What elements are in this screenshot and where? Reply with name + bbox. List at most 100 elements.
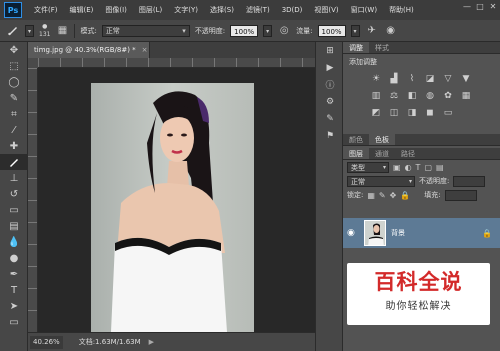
posterize-icon[interactable]: ◫ — [387, 106, 401, 119]
lasso-tool-icon[interactable]: ◯ — [0, 74, 28, 90]
threshold-icon[interactable]: ◨ — [405, 106, 419, 119]
tab-adjustments[interactable]: 调整 — [343, 42, 369, 53]
type-tool-icon[interactable]: T — [0, 282, 28, 298]
shape-tool-icon[interactable]: ▭ — [0, 314, 28, 330]
tab-channels[interactable]: 通道 — [369, 148, 395, 159]
menu-select[interactable]: 选择(S) — [204, 0, 240, 20]
exposure-icon[interactable]: ◪ — [423, 72, 437, 85]
adjust-filter-icon[interactable]: ◐ — [405, 163, 412, 172]
menu-layer[interactable]: 图层(L) — [133, 0, 168, 20]
healing-brush-tool-icon[interactable]: ✚ — [0, 138, 28, 154]
history-icon[interactable]: ⊞ — [316, 42, 344, 59]
layer-row-background[interactable]: ◉ 背景 🔒 — [343, 218, 500, 248]
document-tab[interactable]: timg.jpg @ 40.3%(RGB/8#) * × — [28, 42, 150, 58]
document-title: timg.jpg @ 40.3%(RGB/8#) * — [34, 46, 136, 54]
menu-filter[interactable]: 滤镜(T) — [240, 0, 276, 20]
opacity-field[interactable]: 100% — [230, 24, 259, 37]
menu-help[interactable]: 帮助(H) — [383, 0, 420, 20]
invert-icon[interactable]: ◩ — [369, 106, 383, 119]
properties-icon[interactable]: ⚙ — [316, 93, 344, 110]
move-tool-icon[interactable]: ✥ — [0, 42, 28, 58]
menu-view[interactable]: 视图(V) — [308, 0, 344, 20]
pressure-opacity-icon[interactable]: ◎ — [277, 24, 291, 38]
layer-blend-dropdown[interactable]: 正常 — [347, 175, 415, 187]
marquee-tool-icon[interactable]: ⬚ — [0, 58, 28, 74]
blur-tool-icon[interactable]: 💧 — [0, 234, 28, 250]
levels-icon[interactable]: ▟ — [387, 72, 401, 85]
brush-panel-icon[interactable]: ▦ — [55, 24, 69, 38]
eraser-tool-icon[interactable]: ▭ — [0, 202, 28, 218]
pixel-filter-icon[interactable]: ▣ — [393, 163, 401, 172]
curves-icon[interactable]: ⌇ — [405, 72, 419, 85]
type-filter-icon[interactable]: T — [416, 163, 421, 172]
gradient-tool-icon[interactable]: ▤ — [0, 218, 28, 234]
actions-icon[interactable]: ▶ — [316, 59, 344, 76]
menu-image[interactable]: 图像(I) — [99, 0, 133, 20]
tool-preset-dropdown[interactable]: ▾ — [25, 24, 34, 37]
eye-icon[interactable]: ◉ — [347, 228, 359, 238]
tab-styles[interactable]: 样式 — [369, 42, 395, 53]
layers-tabs: 图层 通道 路径 — [343, 148, 500, 160]
tab-layers[interactable]: 图层 — [343, 148, 369, 159]
tool-presets-icon[interactable]: ⚑ — [316, 127, 344, 144]
zoom-level[interactable]: 40.26% — [30, 335, 63, 349]
crop-tool-icon[interactable]: ⌗ — [0, 106, 28, 122]
brush-tool-icon[interactable] — [6, 24, 20, 38]
document-photo[interactable] — [91, 83, 254, 332]
balance-icon[interactable]: ⚖ — [387, 89, 401, 102]
selective-color-icon[interactable]: ◼ — [423, 106, 437, 119]
tab-color[interactable]: 颜色 — [343, 134, 369, 145]
pressure-size-icon[interactable]: ◉ — [384, 24, 398, 38]
flow-field[interactable]: 100% — [317, 24, 346, 37]
maximize-button[interactable]: □ — [475, 2, 485, 12]
layer-name[interactable]: 背景 — [391, 228, 405, 238]
tab-paths[interactable]: 路径 — [395, 148, 421, 159]
lock-position-icon[interactable]: ✥ — [390, 191, 397, 200]
photo-filter-icon[interactable]: ◍ — [423, 89, 437, 102]
path-select-tool-icon[interactable]: ➤ — [0, 298, 28, 314]
lock-image-icon[interactable]: ✎ — [379, 191, 386, 200]
layer-kind-dropdown[interactable]: 类型 — [347, 161, 389, 173]
shape-filter-icon[interactable]: ▢ — [424, 163, 432, 172]
history-brush-tool-icon[interactable]: ↺ — [0, 186, 28, 202]
gradient-map-icon[interactable]: ▭ — [441, 106, 455, 119]
brush-tool-icon[interactable] — [0, 154, 28, 170]
info-icon[interactable]: ⓘ — [316, 76, 344, 93]
brush-preset-picker[interactable]: ● 131 — [39, 23, 50, 39]
menu-type[interactable]: 文字(Y) — [168, 0, 204, 20]
watermark-subtitle: 助你轻松解决 — [385, 301, 452, 312]
quick-select-tool-icon[interactable]: ✎ — [0, 90, 28, 106]
hue-icon[interactable]: ▥ — [369, 89, 383, 102]
dodge-tool-icon[interactable]: ● — [0, 250, 28, 266]
watermark-logo: 百科全说 助你轻松解决 — [347, 263, 490, 325]
mixer-icon[interactable]: ✿ — [441, 89, 455, 102]
close-tab-icon[interactable]: × — [142, 46, 148, 54]
menu-file[interactable]: 文件(F) — [28, 0, 64, 20]
brush-presets-icon[interactable]: ✎ — [316, 110, 344, 127]
brightness-icon[interactable]: ☀ — [369, 72, 383, 85]
menu-3d[interactable]: 3D(D) — [276, 0, 309, 20]
smart-filter-icon[interactable]: ▤ — [436, 163, 444, 172]
flow-dropdown[interactable]: ▾ — [350, 24, 360, 37]
minimize-button[interactable]: — — [462, 2, 472, 12]
airbrush-icon[interactable]: ✈ — [365, 24, 379, 38]
close-button[interactable]: ✕ — [488, 2, 498, 12]
fill-field[interactable] — [444, 189, 477, 201]
blend-mode-dropdown[interactable]: 正常 — [101, 24, 190, 37]
menu-window[interactable]: 窗口(W) — [345, 0, 383, 20]
opacity-dropdown[interactable]: ▾ — [263, 24, 273, 37]
menu-edit[interactable]: 编辑(E) — [64, 0, 100, 20]
canvas-area[interactable] — [38, 68, 315, 332]
eyedropper-tool-icon[interactable]: ⁄ — [0, 122, 28, 138]
triangle-icon[interactable]: ▼ — [459, 72, 473, 85]
lock-transparent-icon[interactable]: ▦ — [367, 191, 375, 200]
layer-opacity-field[interactable] — [453, 175, 486, 187]
vibrance-icon[interactable]: ▽ — [441, 72, 455, 85]
status-menu-arrow-icon[interactable]: ▶ — [149, 338, 154, 346]
lock-all-icon[interactable]: 🔒 — [400, 191, 410, 200]
tab-swatches[interactable]: 色板 — [369, 134, 395, 145]
grid-icon[interactable]: ▦ — [459, 89, 473, 102]
pen-tool-icon[interactable]: ✒ — [0, 266, 28, 282]
bw-icon[interactable]: ◧ — [405, 89, 419, 102]
clone-stamp-tool-icon[interactable]: ⊥ — [0, 170, 28, 186]
